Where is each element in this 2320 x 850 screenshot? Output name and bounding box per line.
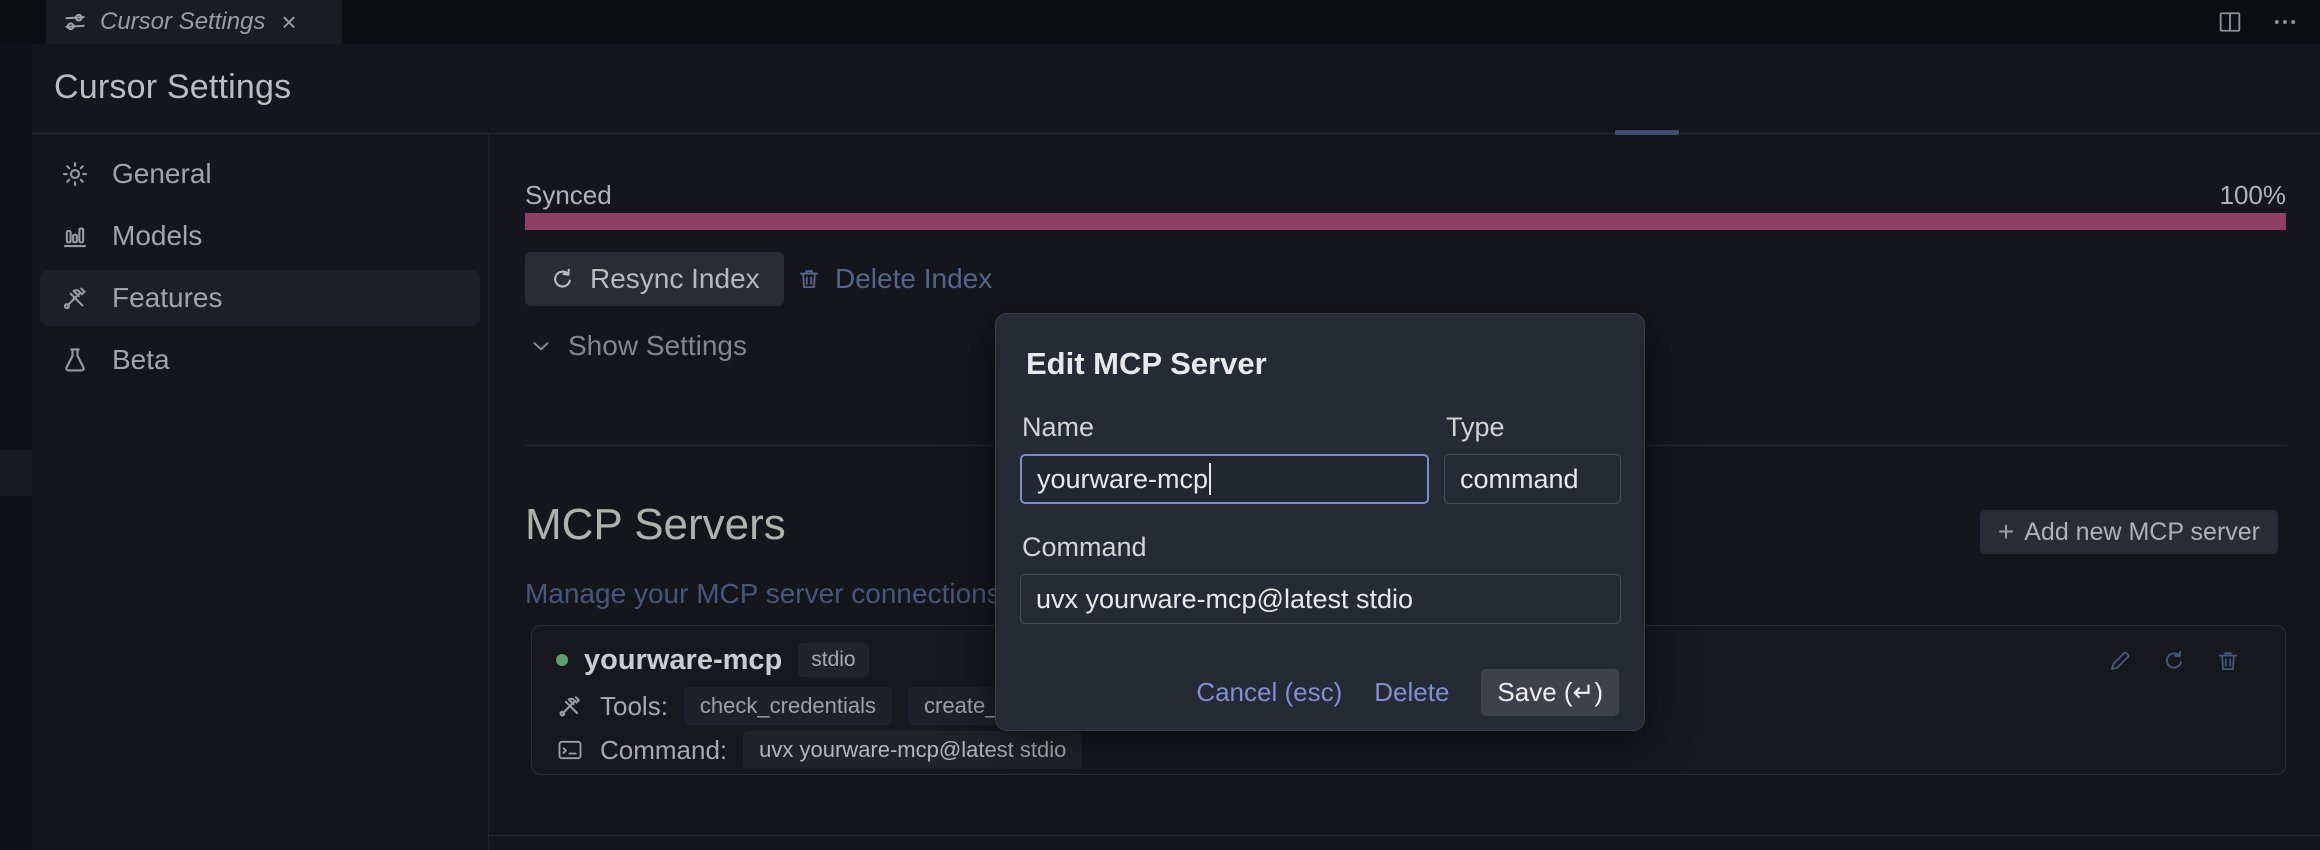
tab-cursor-settings[interactable]: Cursor Settings × (46, 0, 342, 44)
type-select-value: command (1460, 464, 1579, 495)
server-name: yourware-mcp (584, 644, 782, 677)
type-select[interactable]: command (1444, 454, 1621, 504)
sync-status: Synced (525, 180, 612, 211)
sync-progress-bar (525, 213, 2286, 230)
sidebar-item-general[interactable]: General (40, 146, 480, 202)
name-input[interactable]: yourware-mcp (1020, 454, 1429, 504)
server-command-row: Command: uvx yourware-mcp@latest stdio (556, 730, 2261, 770)
sidebar-item-features[interactable]: Features (40, 270, 480, 326)
split-editor-icon[interactable] (2216, 8, 2244, 36)
delete-button[interactable]: Delete (1374, 677, 1449, 708)
add-mcp-server-label: Add new MCP server (2024, 518, 2260, 547)
name-label: Name (1022, 412, 1094, 443)
sliders-icon (62, 9, 88, 35)
refresh-icon[interactable] (2161, 648, 2187, 674)
left-rail-notch (0, 450, 32, 496)
mcp-servers-subtitle: Manage your MCP server connections. (525, 578, 1009, 610)
text-caret (1209, 463, 1211, 495)
scroll-accent-bar (1615, 130, 1679, 135)
delete-index-button[interactable]: Delete Index (796, 252, 992, 306)
cancel-button[interactable]: Cancel (esc) (1196, 677, 1342, 708)
gear-icon (60, 159, 90, 189)
bar-chart-icon (60, 221, 90, 251)
command-label: Command (1022, 532, 1147, 563)
show-settings-toggle[interactable]: Show Settings (528, 330, 747, 362)
show-settings-label: Show Settings (568, 330, 747, 362)
left-rail (0, 44, 32, 850)
add-mcp-server-button[interactable]: + Add new MCP server (1980, 510, 2278, 554)
resync-index-button[interactable]: Resync Index (525, 252, 784, 306)
flask-icon (60, 345, 90, 375)
modal-actions: Cancel (esc) Delete Save (↵) (996, 669, 1619, 716)
sidebar-item-label: Features (112, 282, 223, 314)
command-input[interactable]: uvx yourware-mcp@latest stdio (1020, 574, 1621, 624)
trash-icon[interactable] (2215, 648, 2241, 674)
terminal-icon (556, 736, 584, 764)
sidebar-item-label: Beta (112, 344, 170, 376)
sidebar-item-beta[interactable]: Beta (40, 332, 480, 388)
transport-badge: stdio (798, 643, 868, 677)
mcp-servers-heading: MCP Servers (525, 500, 786, 550)
tools-icon (60, 283, 90, 313)
tool-badge: check_credentials (684, 687, 892, 725)
command-input-value: uvx yourware-mcp@latest stdio (1036, 584, 1413, 615)
bottom-divider (488, 835, 2320, 836)
command-label: Command: (600, 735, 727, 766)
status-dot (556, 654, 568, 666)
save-button[interactable]: Save (↵) (1481, 669, 1619, 716)
name-input-value: yourware-mcp (1037, 464, 1208, 495)
delete-index-label: Delete Index (835, 263, 992, 295)
more-actions-icon[interactable] (2270, 8, 2300, 36)
edit-pencil-icon[interactable] (2107, 648, 2133, 674)
resync-index-label: Resync Index (590, 263, 760, 295)
chevron-down-icon (528, 333, 554, 359)
server-actions (2107, 648, 2241, 674)
sidebar: General Models Features (40, 146, 480, 394)
sidebar-divider (488, 134, 489, 850)
header-divider (0, 133, 2320, 134)
plus-icon: + (1998, 516, 2014, 548)
page-title: Cursor Settings (54, 68, 291, 107)
type-label: Type (1446, 412, 1505, 443)
sidebar-item-label: Models (112, 220, 202, 252)
tools-icon (556, 692, 584, 720)
sidebar-item-models[interactable]: Models (40, 208, 480, 264)
modal-title: Edit MCP Server (1026, 346, 1620, 382)
refresh-icon (549, 266, 576, 293)
sidebar-item-label: General (112, 158, 212, 190)
tab-title: Cursor Settings (100, 8, 265, 36)
sync-percent: 100% (2220, 180, 2287, 211)
tab-bar: Cursor Settings × (0, 0, 2320, 44)
trash-icon (796, 266, 822, 292)
command-badge: uvx yourware-mcp@latest stdio (743, 731, 1082, 769)
close-icon[interactable]: × (281, 9, 296, 35)
edit-mcp-server-modal: Edit MCP Server Name Type yourware-mcp c… (995, 313, 1645, 731)
tools-label: Tools: (600, 691, 668, 722)
